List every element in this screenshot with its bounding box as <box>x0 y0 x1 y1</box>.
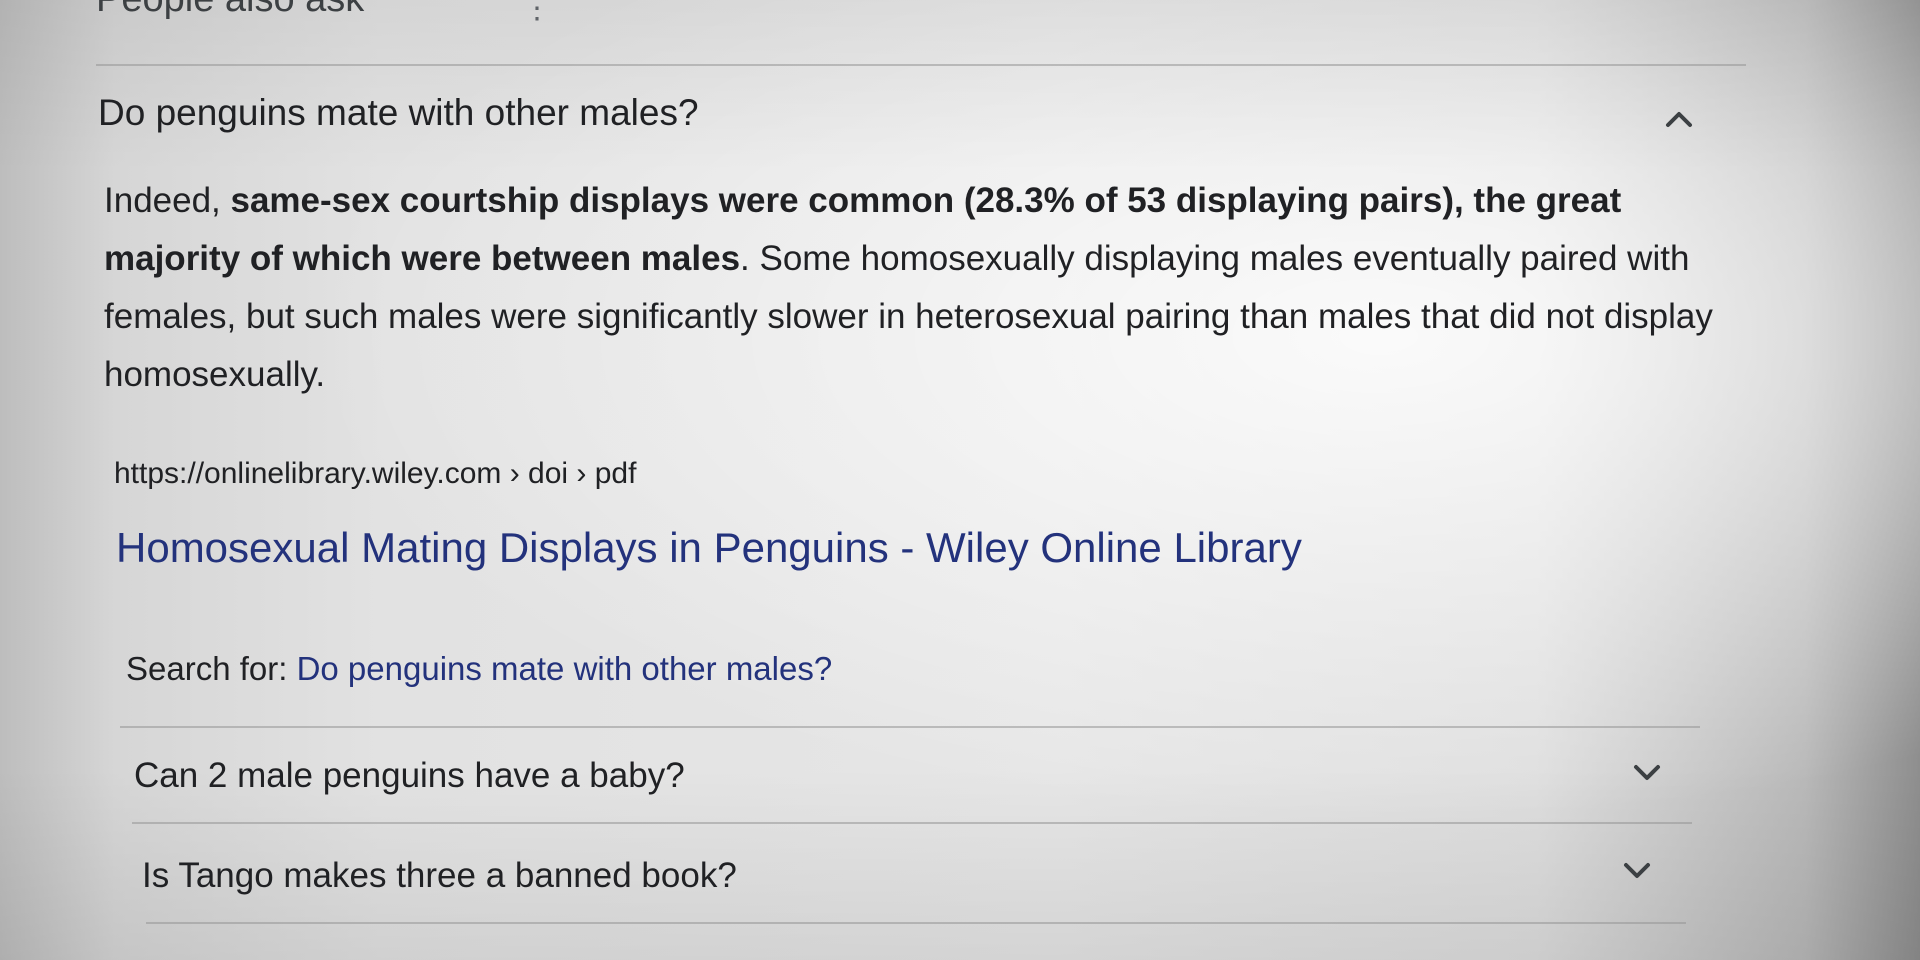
answer-snippet: Indeed, same-sex courtship displays were… <box>104 172 1724 404</box>
divider-2 <box>132 822 1692 824</box>
source-title-link[interactable]: Homosexual Mating Displays in Penguins -… <box>116 524 1302 572</box>
people-also-ask-heading: People also ask <box>96 0 364 21</box>
chevron-up-icon[interactable] <box>1664 108 1694 130</box>
divider-3 <box>146 922 1686 924</box>
question-text[interactable]: Do penguins mate with other males? <box>98 92 699 134</box>
source-url[interactable]: https://onlinelibrary.wiley.com › doi › … <box>114 457 636 491</box>
divider-top <box>96 64 1746 66</box>
question-text[interactable]: Is Tango makes three a banned book? <box>142 856 737 896</box>
question-text[interactable]: Can 2 male penguins have a baby? <box>134 756 685 796</box>
search-for: Search for: Do penguins mate with other … <box>126 650 832 688</box>
chevron-down-icon[interactable] <box>1632 762 1662 784</box>
divider-1 <box>120 726 1700 728</box>
search-for-link[interactable]: Do penguins mate with other males? <box>297 650 833 687</box>
answer-intro: Indeed, <box>104 181 231 220</box>
chevron-down-icon[interactable] <box>1622 860 1652 882</box>
more-vert-icon[interactable]: ⋮ <box>522 0 552 24</box>
search-for-label: Search for: <box>126 650 297 687</box>
